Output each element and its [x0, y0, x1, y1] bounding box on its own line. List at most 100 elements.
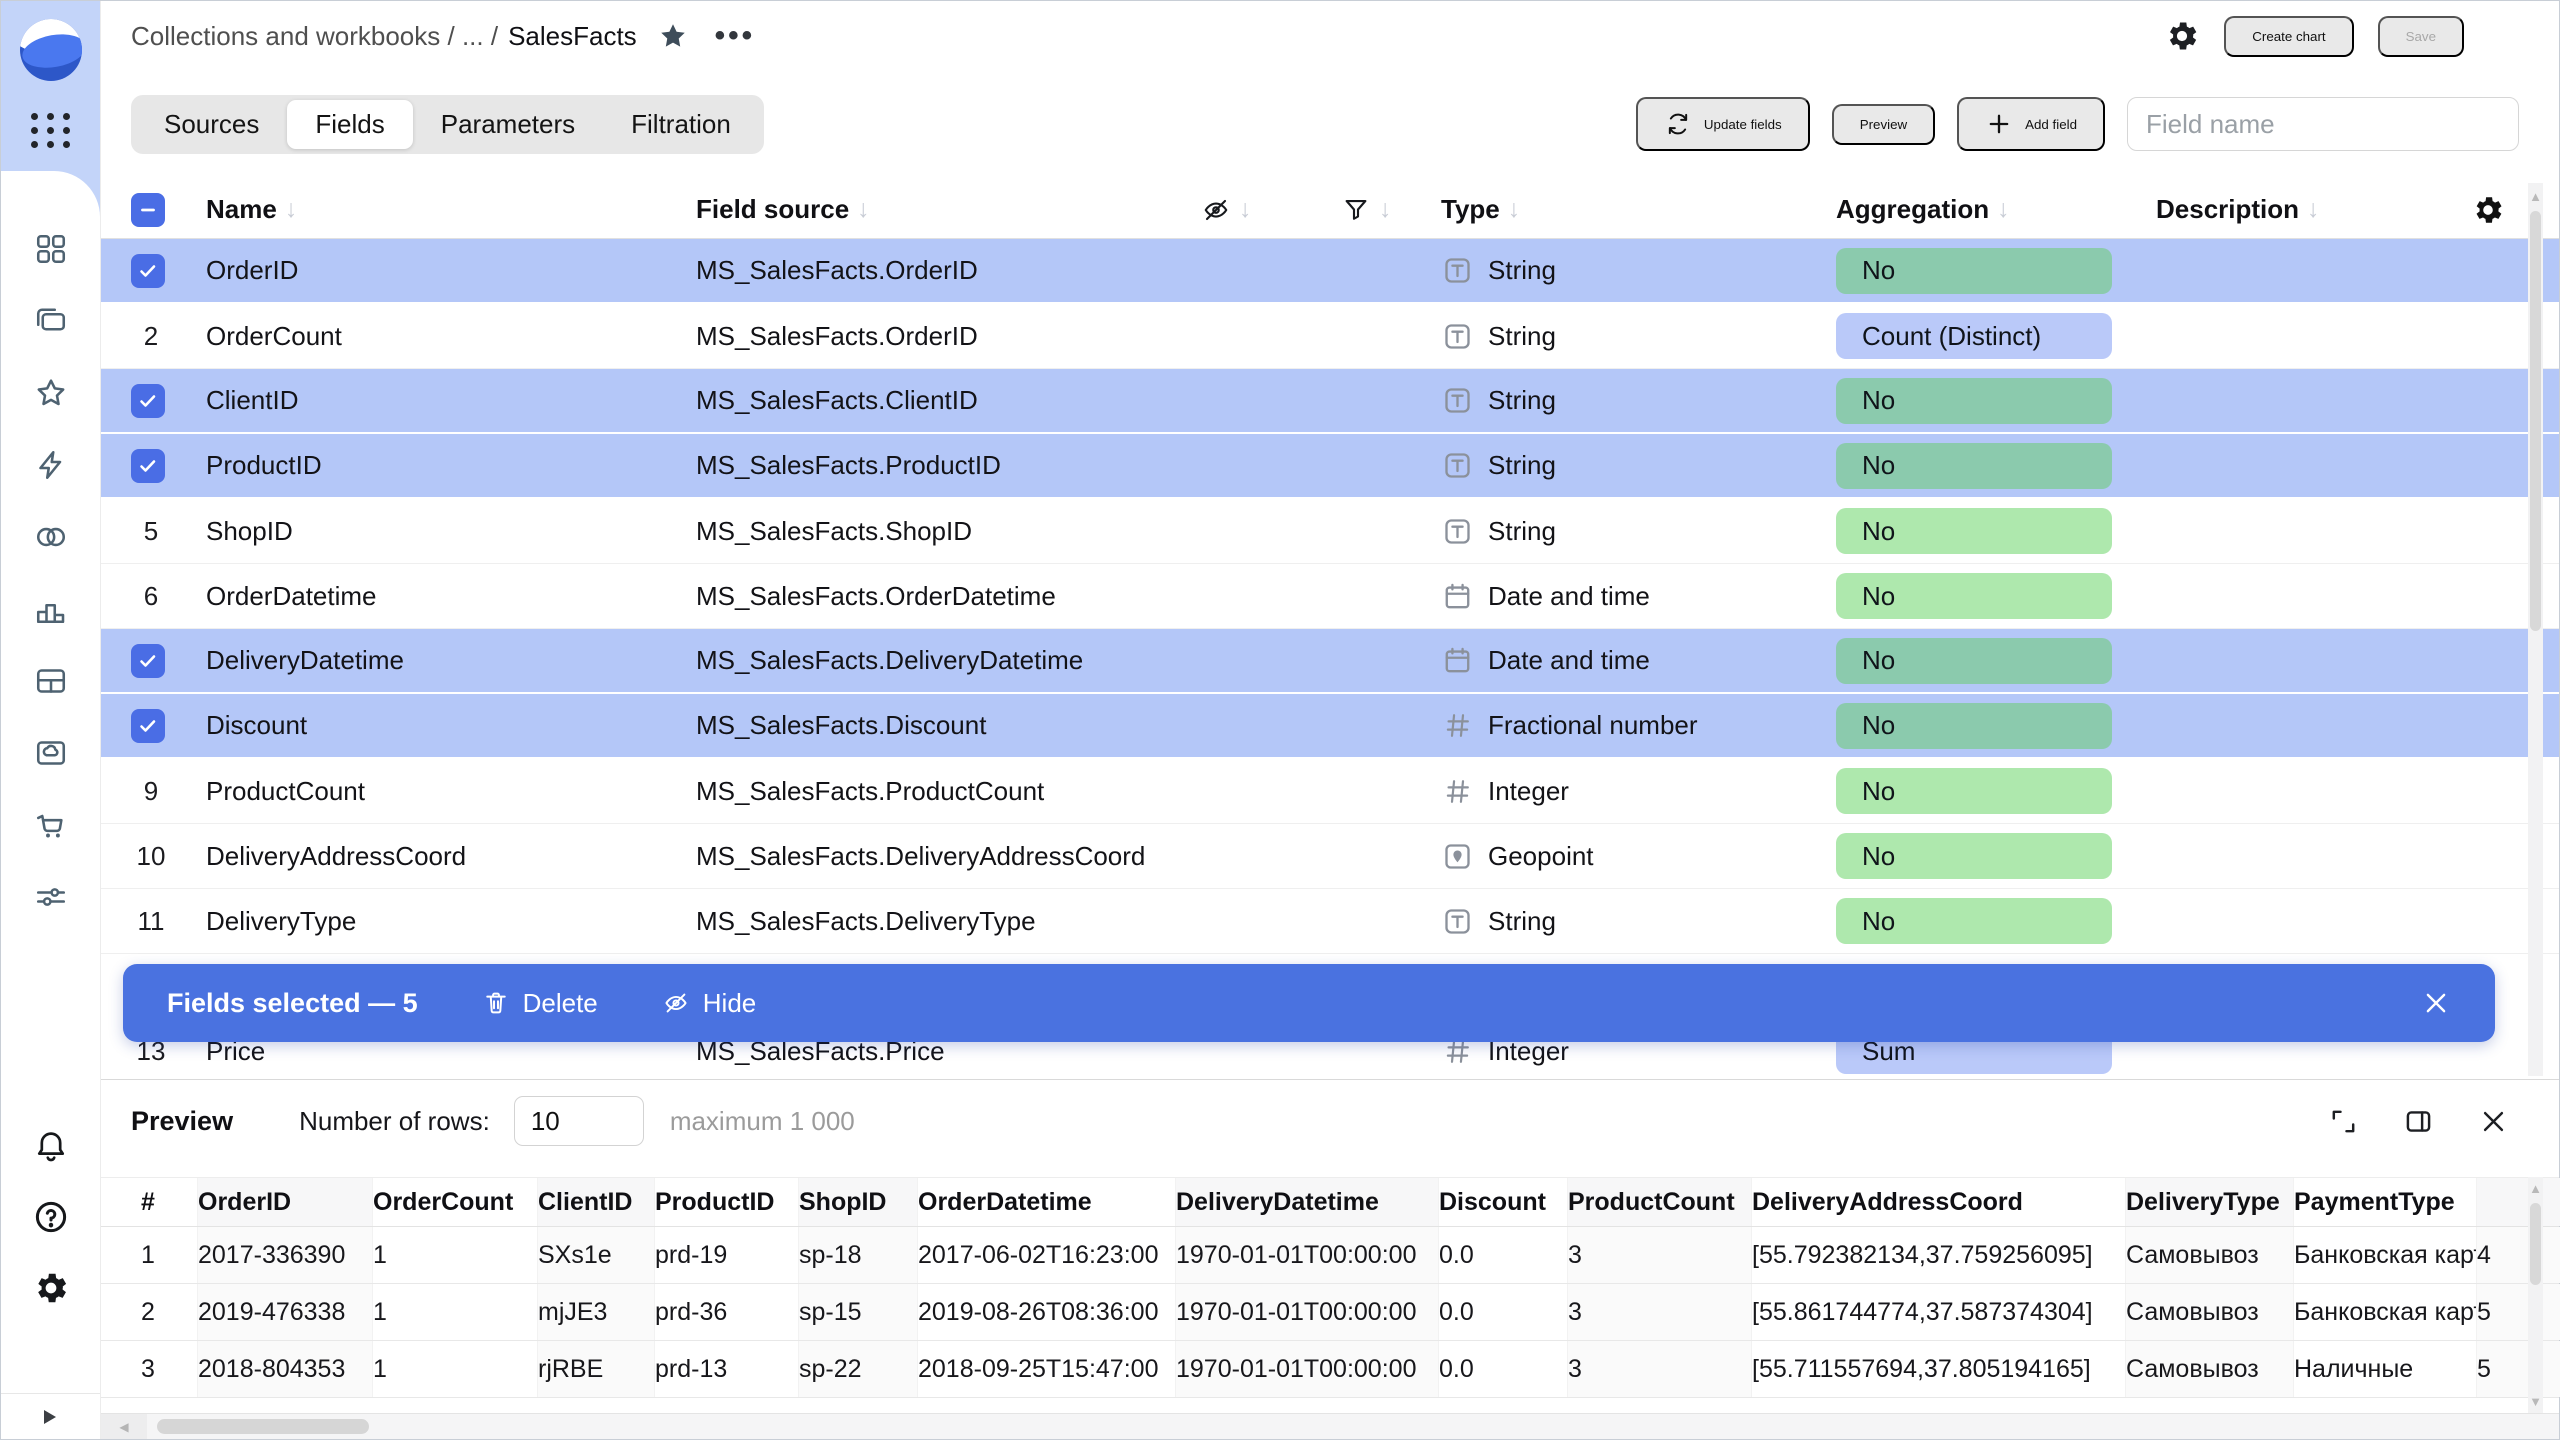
aggregation-select[interactable]: Count (Distinct) — [1836, 313, 2112, 359]
field-type[interactable]: Geopoint — [1441, 840, 1836, 873]
field-row-OrderCount[interactable]: 2OrderCountMS_SalesFacts.OrderIDStringCo… — [101, 304, 2559, 369]
aggregation-select[interactable]: No — [1836, 898, 2112, 944]
delete-selected-button[interactable]: Delete — [482, 988, 598, 1019]
field-source[interactable]: MS_SalesFacts.ClientID — [696, 385, 1201, 416]
field-row-ProductID[interactable]: ProductIDMS_SalesFacts.ProductID StringNo — [101, 434, 2559, 499]
sidebar-item-marketplace-icon[interactable] — [33, 807, 69, 843]
fields-vertical-scrollbar[interactable]: ▲ — [2528, 183, 2543, 1076]
save-button[interactable]: Save — [2378, 16, 2464, 57]
sidebar-item-navigation-icon[interactable] — [33, 231, 69, 267]
aggregation-select[interactable]: No — [1836, 378, 2112, 424]
field-row-DeliveryType[interactable]: 11DeliveryTypeMS_SalesFacts.DeliveryType… — [101, 889, 2559, 954]
scroll-thumb[interactable] — [157, 1419, 369, 1434]
column-header-name[interactable]: Name↓ — [206, 194, 696, 225]
scroll-thumb[interactable] — [2530, 1203, 2541, 1285]
apps-menu-icon[interactable] — [31, 113, 71, 148]
horizontal-scrollbar[interactable]: ◀ — [101, 1413, 2559, 1439]
tab-filtration[interactable]: Filtration — [603, 100, 759, 149]
sidebar-item-storage-icon[interactable] — [33, 735, 69, 771]
add-field-button[interactable]: Add field — [1957, 97, 2105, 151]
field-source[interactable]: MS_SalesFacts.OrderID — [696, 321, 1201, 352]
field-type[interactable]: Integer — [1441, 775, 1836, 808]
field-row-DeliveryDatetime[interactable]: DeliveryDatetimeMS_SalesFacts.DeliveryDa… — [101, 629, 2559, 694]
field-source[interactable]: MS_SalesFacts.DeliveryAddressCoord — [696, 841, 1201, 872]
tab-sources[interactable]: Sources — [136, 100, 287, 149]
aggregation-select[interactable]: No — [1836, 833, 2112, 879]
select-all-checkbox[interactable] — [131, 193, 165, 227]
field-name[interactable]: OrderCount — [206, 321, 696, 352]
aggregation-select[interactable]: No — [1836, 248, 2112, 294]
aggregation-select[interactable]: No — [1836, 768, 2112, 814]
row-checkbox-checked[interactable] — [131, 644, 165, 678]
field-name[interactable]: ClientID — [206, 385, 696, 416]
help-icon[interactable] — [32, 1198, 70, 1236]
rows-count-input[interactable] — [514, 1096, 644, 1146]
scroll-up-arrow[interactable]: ▲ — [2528, 1181, 2543, 1196]
scroll-up-arrow[interactable]: ▲ — [2528, 189, 2543, 204]
field-source[interactable]: MS_SalesFacts.ProductCount — [696, 776, 1201, 807]
field-name[interactable]: DeliveryDatetime — [206, 645, 696, 676]
field-type[interactable]: Fractional number — [1441, 709, 1836, 742]
field-type[interactable]: Date and time — [1441, 644, 1836, 677]
preview-vertical-scrollbar[interactable]: ▲ ▼ — [2528, 1177, 2543, 1413]
field-type[interactable]: String — [1441, 449, 1836, 482]
aggregation-select[interactable]: No — [1836, 573, 2112, 619]
split-view-icon[interactable] — [2403, 1106, 2434, 1137]
notifications-icon[interactable] — [32, 1127, 70, 1165]
field-source[interactable]: MS_SalesFacts.ProductID — [696, 450, 1201, 481]
more-menu-icon[interactable]: ••• — [715, 31, 756, 41]
field-name[interactable]: Discount — [206, 710, 696, 741]
field-name[interactable]: DeliveryAddressCoord — [206, 841, 696, 872]
sidebar-item-charts-icon[interactable] — [33, 591, 69, 627]
column-header-type[interactable]: Type↓ — [1441, 194, 1836, 225]
sidebar-item-editor-icon[interactable] — [33, 447, 69, 483]
field-name[interactable]: OrderDatetime — [206, 581, 696, 612]
field-name[interactable]: DeliveryType — [206, 906, 696, 937]
field-row-ShopID[interactable]: 5ShopIDMS_SalesFacts.ShopIDStringNo — [101, 499, 2559, 564]
field-type[interactable]: String — [1441, 384, 1836, 417]
aggregation-select[interactable]: No — [1836, 703, 2112, 749]
field-source[interactable]: MS_SalesFacts.ShopID — [696, 516, 1201, 547]
update-fields-button[interactable]: Update fields — [1636, 97, 1810, 151]
column-header-hidden[interactable]: ↓ — [1201, 195, 1341, 225]
tab-fields[interactable]: Fields — [287, 100, 412, 149]
aggregation-select[interactable]: No — [1836, 508, 2112, 554]
field-source[interactable]: MS_SalesFacts.OrderDatetime — [696, 581, 1201, 612]
scroll-left-button[interactable]: ◀ — [101, 1414, 147, 1439]
scroll-down-arrow[interactable]: ▼ — [2528, 1394, 2543, 1409]
table-settings-gear-icon[interactable] — [2471, 193, 2505, 227]
column-header-field-source[interactable]: Field source↓ — [696, 194, 1201, 225]
close-preview-icon[interactable] — [2478, 1106, 2509, 1137]
field-name-search-input[interactable] — [2127, 97, 2519, 151]
dataset-settings-gear-icon[interactable] — [2164, 18, 2200, 54]
column-header-filter[interactable]: ↓ — [1341, 195, 1441, 225]
field-name[interactable]: ProductID — [206, 450, 696, 481]
aggregation-select[interactable]: No — [1836, 443, 2112, 489]
field-type[interactable]: Date and time — [1441, 580, 1836, 613]
field-name[interactable]: ProductCount — [206, 776, 696, 807]
close-selection-bar-icon[interactable] — [2421, 988, 2451, 1018]
field-name[interactable]: OrderID — [206, 255, 696, 286]
sidebar-item-connections-icon[interactable] — [33, 519, 69, 555]
field-row-DeliveryAddressCoord[interactable]: 10DeliveryAddressCoordMS_SalesFacts.Deli… — [101, 824, 2559, 889]
field-row-OrderID[interactable]: OrderIDMS_SalesFacts.OrderIDStringNo — [101, 239, 2559, 304]
field-type[interactable]: String — [1441, 254, 1836, 287]
create-chart-button[interactable]: Create chart — [2224, 16, 2353, 57]
preview-button[interactable]: Preview — [1832, 104, 1935, 145]
field-name[interactable]: ShopID — [206, 516, 696, 547]
aggregation-select[interactable]: No — [1836, 638, 2112, 684]
sidebar-collapse-button[interactable] — [1, 1393, 100, 1439]
field-source[interactable]: MS_SalesFacts.DeliveryDatetime — [696, 645, 1201, 676]
sidebar-item-services-icon[interactable] — [33, 879, 69, 915]
sidebar-item-dashboards-icon[interactable] — [33, 663, 69, 699]
row-checkbox-checked[interactable] — [131, 254, 165, 288]
column-header-description[interactable]: Description↓ — [2156, 194, 2471, 225]
settings-icon[interactable] — [32, 1269, 70, 1307]
scroll-thumb[interactable] — [2530, 211, 2541, 631]
datalens-logo-icon[interactable] — [20, 19, 82, 81]
field-source[interactable]: MS_SalesFacts.Discount — [696, 710, 1201, 741]
field-type[interactable]: String — [1441, 515, 1836, 548]
field-row-Discount[interactable]: DiscountMS_SalesFacts.Discount Fractional… — [101, 694, 2559, 759]
column-header-aggregation[interactable]: Aggregation↓ — [1836, 194, 2156, 225]
sidebar-item-favorites-icon[interactable] — [33, 375, 69, 411]
